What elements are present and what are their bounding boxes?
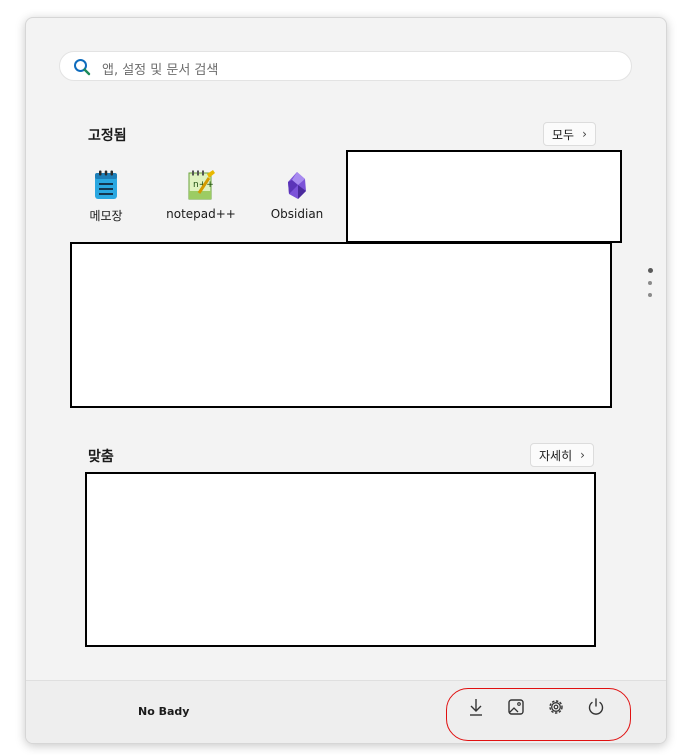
app-label: Obsidian	[270, 207, 324, 221]
more-button[interactable]: 자세히 ›	[530, 443, 594, 467]
pinned-section-title: 고정됨	[88, 128, 127, 144]
app-label: notepad++	[166, 207, 236, 221]
pinned-app-obsidian[interactable]: Obsidian	[255, 169, 339, 221]
image-icon	[508, 699, 524, 715]
settings-button[interactable]	[545, 696, 567, 718]
search-icon	[74, 59, 91, 76]
page-dot	[647, 268, 653, 273]
page-dot	[648, 293, 652, 297]
all-apps-label: 모두	[552, 127, 575, 142]
redacted-region	[70, 242, 612, 408]
start-menu: 앱, 설정 및 문서 검색 고정됨 모두 › 메모장 notepad++ Obs…	[25, 17, 667, 744]
search-box[interactable]: 앱, 설정 및 문서 검색	[59, 51, 632, 81]
pictures-button[interactable]	[505, 696, 527, 718]
obsidian-icon	[281, 169, 313, 201]
more-label: 자세히	[539, 448, 573, 463]
user-account[interactable]: No Bady	[138, 705, 189, 718]
pinned-app-notepadpp[interactable]: n++ notepad++	[159, 169, 243, 221]
gear-icon	[549, 700, 563, 714]
redacted-region	[346, 150, 622, 243]
start-footer: No Bady	[26, 680, 666, 743]
notepad-icon	[90, 169, 122, 201]
downloads-button[interactable]	[465, 696, 487, 718]
download-icon	[470, 699, 482, 716]
page-indicator[interactable]	[646, 268, 654, 305]
page-dot	[648, 281, 652, 285]
power-button[interactable]	[585, 696, 607, 718]
chevron-right-icon: ›	[580, 448, 585, 462]
app-label: 메모장	[89, 209, 123, 223]
redacted-region	[85, 472, 596, 647]
notepadpp-icon: n++	[185, 169, 217, 201]
power-icon	[588, 698, 604, 715]
pinned-app-notepad[interactable]: 메모장	[64, 169, 148, 224]
recommended-section-title: 맞춤	[88, 449, 114, 465]
search-placeholder: 앱, 설정 및 문서 검색	[102, 63, 219, 78]
all-apps-button[interactable]: 모두 ›	[543, 122, 596, 146]
chevron-right-icon: ›	[582, 127, 587, 141]
